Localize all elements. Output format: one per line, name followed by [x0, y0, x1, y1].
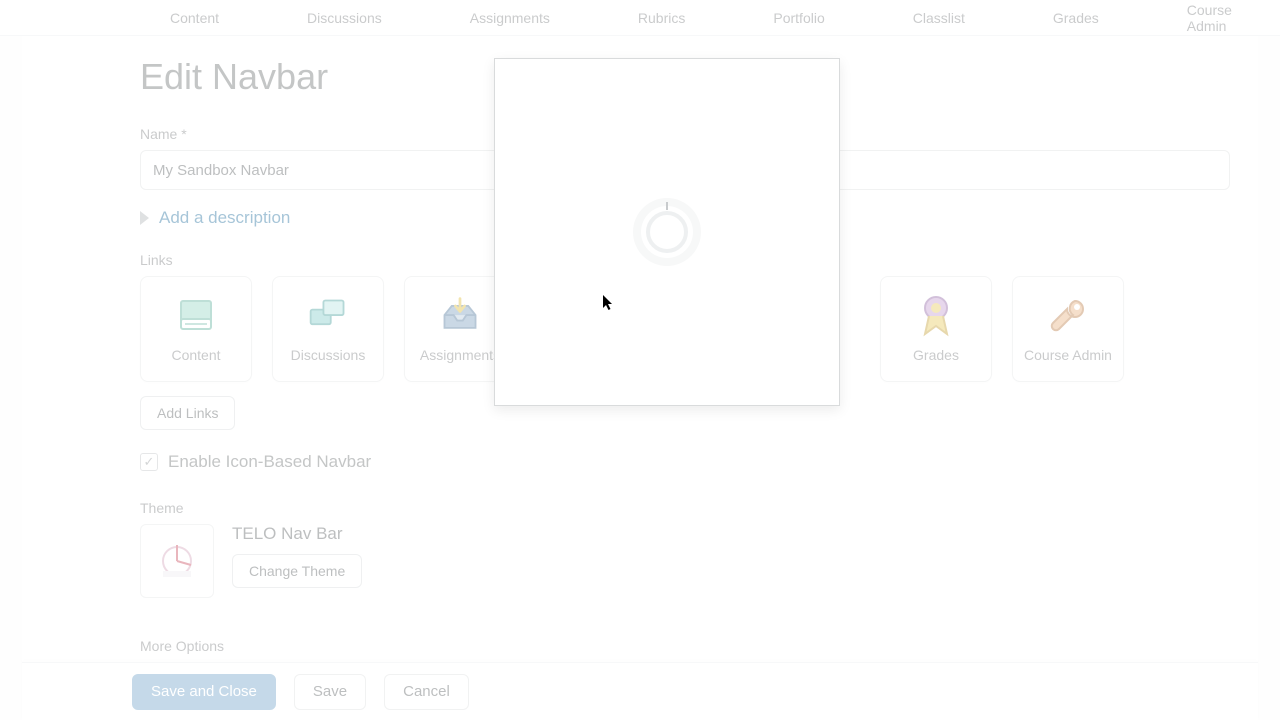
nav-portfolio[interactable]: Portfolio	[773, 10, 824, 26]
nav-grades[interactable]: Grades	[1053, 10, 1099, 26]
checkbox-checked-icon[interactable]: ✓	[140, 453, 158, 471]
add-description-label: Add a description	[159, 208, 290, 228]
chat-icon	[307, 295, 349, 337]
spinner-icon	[641, 206, 693, 258]
cancel-button[interactable]: Cancel	[384, 674, 469, 710]
nav-classlist[interactable]: Classlist	[913, 10, 965, 26]
book-icon	[175, 295, 217, 337]
nav-rubrics[interactable]: Rubrics	[638, 10, 685, 26]
link-tile-label: Content	[171, 347, 220, 363]
footer: Save and Close Save Cancel	[22, 662, 1258, 720]
theme-name: TELO Nav Bar	[232, 524, 362, 544]
nav-assignments[interactable]: Assignments	[470, 10, 550, 26]
link-tile-discussions[interactable]: Discussions	[272, 276, 384, 382]
save-and-close-button[interactable]: Save and Close	[132, 674, 276, 710]
ribbon-icon	[915, 295, 957, 337]
nav-discussions[interactable]: Discussions	[307, 10, 382, 26]
wrench-icon	[1047, 295, 1089, 337]
link-tile-course-admin[interactable]: Course Admin	[1012, 276, 1124, 382]
link-tile-grades[interactable]: Grades	[880, 276, 992, 382]
save-button[interactable]: Save	[294, 674, 366, 710]
top-navbar: Content Discussions Assignments Rubrics …	[0, 0, 1280, 36]
inbox-icon	[439, 295, 481, 337]
add-links-button[interactable]: Add Links	[140, 396, 235, 430]
more-options-label: More Options	[140, 638, 1258, 654]
enable-icon-navbar-label: Enable Icon-Based Navbar	[168, 452, 371, 472]
link-tile-label: Course Admin	[1024, 347, 1112, 363]
theme-row: TELO Nav Bar Change Theme	[140, 524, 1258, 598]
nav-course-admin[interactable]: Course Admin	[1187, 2, 1232, 34]
theme-label: Theme	[140, 500, 1258, 516]
enable-icon-navbar-row[interactable]: ✓ Enable Icon-Based Navbar	[140, 452, 1258, 472]
link-tile-label: Discussions	[291, 347, 366, 363]
chevron-right-icon	[140, 211, 149, 225]
link-tile-content[interactable]: Content	[140, 276, 252, 382]
loading-dialog	[494, 58, 840, 406]
link-tile-label: Grades	[913, 347, 959, 363]
theme-thumbnail	[140, 524, 214, 598]
nav-content[interactable]: Content	[170, 10, 219, 26]
change-theme-button[interactable]: Change Theme	[232, 554, 362, 588]
link-tile-label: Assignments	[420, 347, 500, 363]
